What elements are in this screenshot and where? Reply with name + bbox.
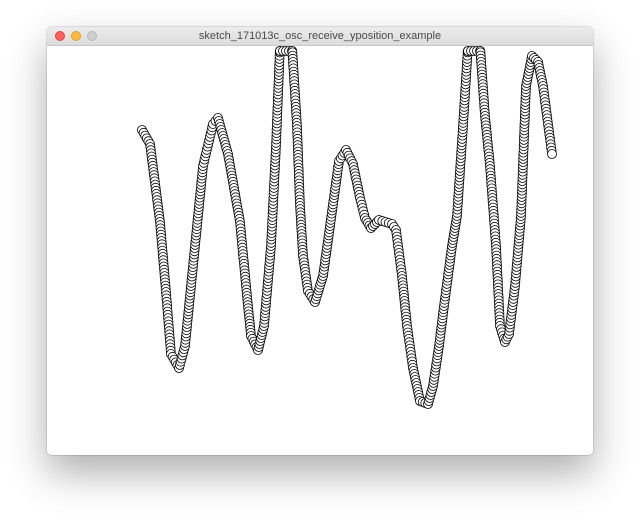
title-bar[interactable]: sketch_171013c_osc_receive_yposition_exa… xyxy=(47,27,593,46)
circle-trail-drawing xyxy=(137,46,557,409)
sketch-canvas[interactable] xyxy=(47,46,593,455)
trail-circle xyxy=(547,149,557,159)
sketch-window: sketch_171013c_osc_receive_yposition_exa… xyxy=(47,27,593,455)
window-title: sketch_171013c_osc_receive_yposition_exa… xyxy=(198,30,442,42)
